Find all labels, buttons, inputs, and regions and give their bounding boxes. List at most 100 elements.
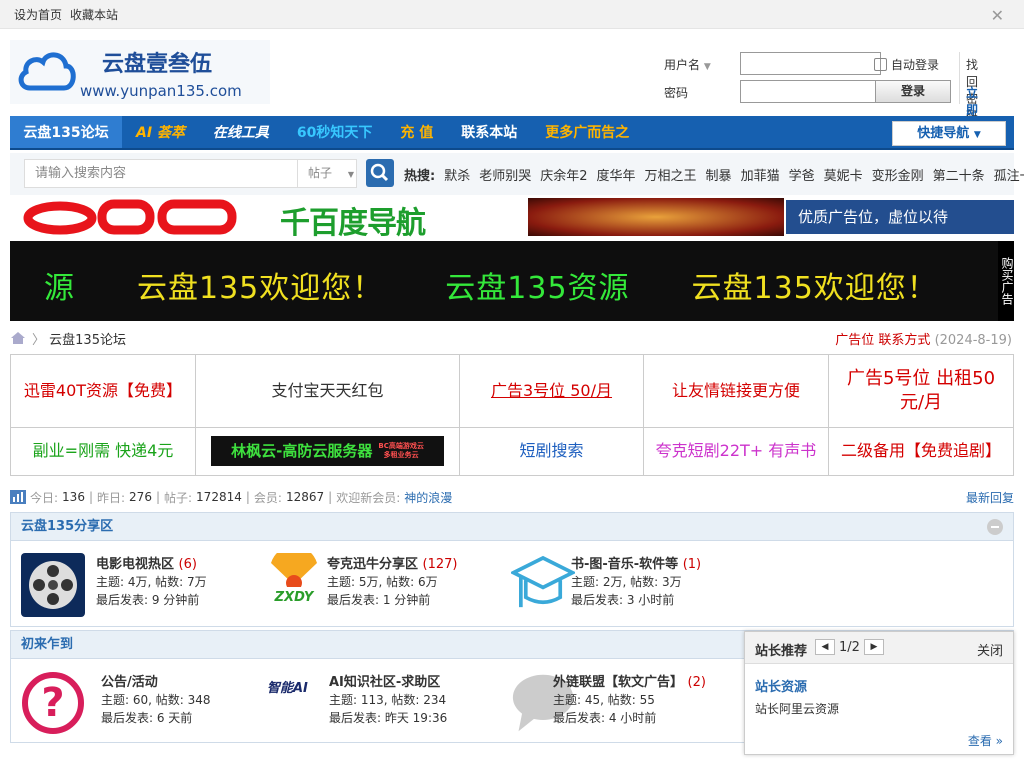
nav-item-recharge[interactable]: 充 值 (386, 116, 447, 148)
forum-last-post[interactable]: 最后发表: 1 分钟前 (327, 591, 430, 608)
hot-search-item[interactable]: 庆余年2 (540, 165, 587, 184)
ad-link[interactable]: 二级备用【免费追剧】 (828, 426, 1014, 477)
forum-name[interactable]: AI知识社区-求助区 (329, 671, 440, 690)
password-label: 密码 (664, 86, 689, 100)
banner-abd[interactable] (10, 198, 260, 236)
ad-link[interactable]: 让友情链接更方便 (643, 354, 829, 428)
breadcrumb: 〉 云盘135论坛 广告位 联系方式 (2024-8-19) (10, 329, 1014, 348)
cloud-logo-icon (18, 52, 76, 91)
search-type-select[interactable]: 帖子 ▼ (297, 159, 357, 188)
graduation-cap-icon (511, 555, 575, 608)
yesterday-count: 276 (129, 490, 152, 504)
forum-topics: 主题: 113, 帖数: 234 (329, 693, 447, 707)
hot-search-item[interactable]: 第二十条 (933, 165, 985, 184)
buy-ad-link[interactable]: 购买广告 (998, 241, 1014, 321)
logo-title: 云盘壹叁伍 (102, 51, 213, 77)
hot-search-item[interactable]: 变形金刚 (872, 165, 924, 184)
nav-item-forum[interactable]: 云盘135论坛 (10, 116, 122, 148)
today-count: 136 (62, 490, 85, 504)
forum-last-post[interactable]: 最后发表: 3 小时前 (571, 591, 674, 608)
ad-link[interactable]: 副业=刚需 快递4元 (10, 426, 196, 477)
abd-logo-icon (23, 199, 237, 235)
banner-qianbaidu[interactable]: 千百度导航 (260, 198, 528, 241)
hot-search-item[interactable]: 学爸 (789, 165, 815, 184)
nav-item-ai[interactable]: AI 荟萃 (122, 116, 199, 148)
view-more-link[interactable]: 查看 » (968, 732, 1003, 749)
stats-chart-icon (10, 490, 26, 504)
hot-search-item[interactable]: 度华年 (597, 165, 636, 184)
search-input[interactable]: 请输入搜索内容 (24, 159, 298, 188)
forum-name[interactable]: 外链联盟【软文广告】 (2) (553, 671, 706, 690)
nav-item-ads[interactable]: 更多广而告之 (531, 116, 643, 148)
home-icon[interactable] (10, 331, 26, 345)
svg-text:?: ? (41, 680, 64, 726)
auto-login-checkbox[interactable]: 自动登录 (874, 56, 939, 73)
site-logo[interactable]: 云盘壹叁伍 www.yunpan135.com (10, 40, 270, 104)
hot-search-item[interactable]: 制暴 (706, 165, 732, 184)
hot-search-item[interactable]: 万相之王 (645, 165, 697, 184)
zxdy-logo-icon: ZXDY (269, 545, 319, 605)
marquee-banner[interactable]: 源 云盘135欢迎您！ 云盘135资源 云盘135欢迎您！ 购买广告 (10, 241, 1014, 321)
forum-last-post[interactable]: 最后发表: 4 小时前 (553, 709, 656, 726)
nav-item-contact[interactable]: 联系本站 (447, 116, 531, 148)
popup-header: 站长推荐 ◀ 1/2 ▶ 关闭 (745, 632, 1013, 664)
prev-arrow-icon[interactable]: ◀ (815, 639, 835, 655)
search-button[interactable] (366, 159, 394, 187)
banner-ad-slot[interactable]: 优质广告位，虚位以待 (786, 200, 1014, 234)
password-input[interactable] (740, 80, 881, 103)
forum-name[interactable]: 公告/活动 (101, 671, 158, 690)
popup-close-button[interactable]: 关闭 (977, 640, 1003, 659)
divider (959, 52, 960, 104)
popup-title: 站长推荐 (755, 644, 808, 659)
username-input[interactable] (740, 52, 881, 75)
hot-search-item[interactable]: 默杀 (444, 165, 470, 184)
members-count: 12867 (285, 490, 325, 504)
next-arrow-icon[interactable]: ▶ (863, 639, 884, 655)
set-home-link[interactable]: 设为首页 (14, 6, 62, 23)
main-nav: 云盘135论坛 AI 荟萃 在线工具 60秒知天下 充 值 联系本站 更多广而告… (10, 116, 1014, 150)
breadcrumb-path: 〉 云盘135论坛 (32, 333, 126, 348)
banner-game[interactable] (528, 198, 784, 236)
posts-count: 172814 (196, 490, 242, 504)
quick-nav-button[interactable]: 快捷导航 ▼ (892, 121, 1006, 146)
ad-link-linfeng[interactable]: 林枫云-高防云服务器 BC高端游戏云 多租业务云 (195, 426, 460, 477)
forum-topics: 主题: 5万, 帖数: 6万 (327, 575, 438, 589)
ad-link[interactable]: 广告3号位 50/月 (459, 354, 644, 428)
forum-last-post[interactable]: 最后发表: 9 分钟前 (96, 591, 199, 608)
page-indicator: 1/2 (839, 639, 860, 655)
banner-qianbaidu-text: 千百度导航 (280, 206, 426, 241)
header: 云盘壹叁伍 www.yunpan135.com 用户名 ▼ 自动登录 密码 登录… (10, 40, 1014, 151)
nav-item-tools[interactable]: 在线工具 (199, 116, 283, 148)
ad-link[interactable]: 广告5号位 出租50元/月 (828, 354, 1014, 428)
banner-ads: 千百度导航 优质广告位，虚位以待 (10, 198, 1014, 241)
ad-link[interactable]: 短剧搜索 (459, 426, 644, 477)
forum-topics: 主题: 60, 帖数: 348 (101, 693, 211, 707)
hot-search-item[interactable]: 孤注一掷 (994, 165, 1024, 184)
hot-search-list: 热搜: 默杀 老师别哭 庆余年2 度华年 万相之王 制暴 加菲猫 学爸 莫妮卡 … (404, 165, 1024, 184)
ad-contact[interactable]: 广告位 联系方式 (2024-8-19) (835, 329, 1012, 348)
login-button[interactable]: 登录 (875, 80, 951, 103)
forum-last-post[interactable]: 最后发表: 昨天 19:36 (329, 709, 447, 726)
close-icon[interactable]: ✕ (991, 6, 1004, 25)
ad-link[interactable]: 迅雷40T资源【免费】 (10, 354, 196, 428)
forum-last-post[interactable]: 最后发表: 6 天前 (101, 709, 192, 726)
forum-name[interactable]: 夸克迅牛分享区 (127) (327, 553, 458, 572)
recommend-item-title[interactable]: 站长资源 (755, 676, 807, 695)
question-mark-icon: ? (22, 672, 84, 734)
hot-search-item[interactable]: 莫妮卡 (824, 165, 863, 184)
marquee-text: 源 云盘135欢迎您！ 云盘135资源 云盘135欢迎您！ (44, 271, 938, 306)
favorite-link[interactable]: 收藏本站 (70, 6, 118, 23)
nav-item-news[interactable]: 60秒知天下 (283, 116, 386, 148)
collapse-icon[interactable] (987, 519, 1003, 535)
forum-topics: 主题: 2万, 帖数: 3万 (571, 575, 682, 589)
newest-member-link[interactable]: 神的浪漫 (404, 489, 452, 506)
hot-search-item[interactable]: 加菲猫 (741, 165, 780, 184)
ad-link[interactable]: 夸克短剧22T+ 有声书 (643, 426, 829, 477)
forum-name[interactable]: 电影电视热区 (6) (96, 553, 197, 572)
section-header[interactable]: 云盘135分享区 (11, 513, 1013, 541)
username-label: 用户名 ▼ (664, 58, 711, 72)
forum-name[interactable]: 书-图-音乐-软件等 (1) (571, 553, 701, 572)
ad-link[interactable]: 支付宝天天红包 (195, 354, 460, 428)
latest-reply-link[interactable]: 最新回复 (966, 489, 1014, 506)
hot-search-item[interactable]: 老师别哭 (479, 165, 531, 184)
